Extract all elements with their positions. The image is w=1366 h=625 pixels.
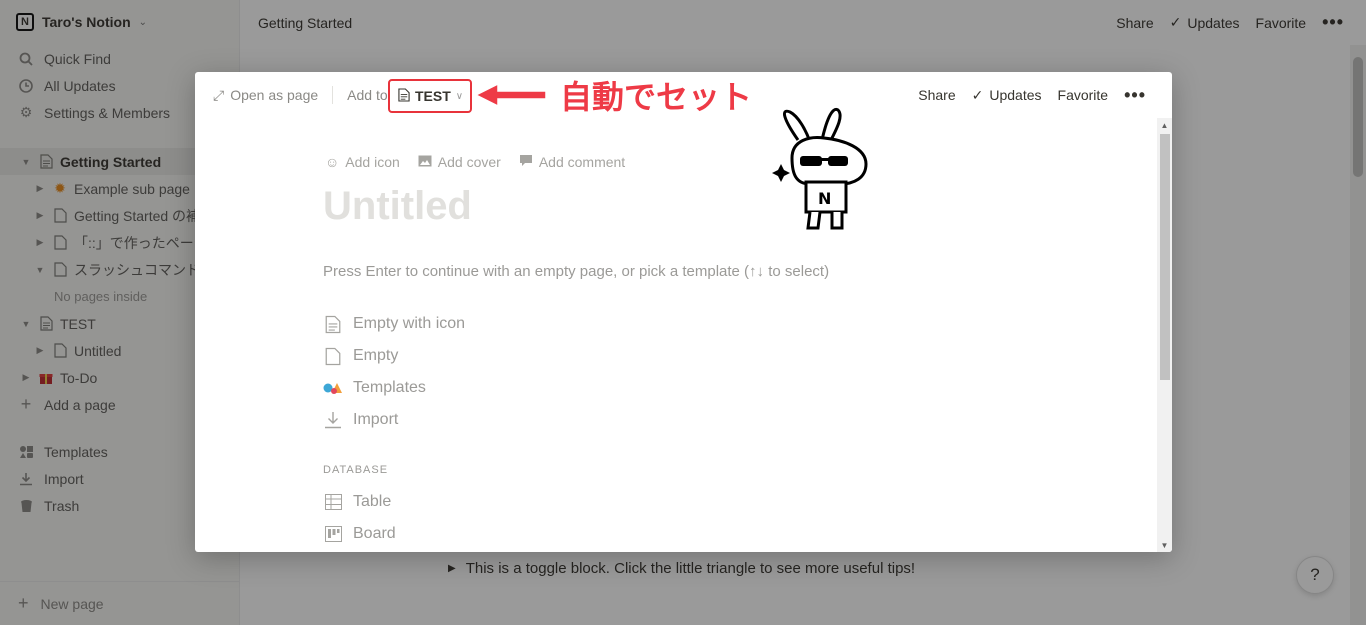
annotation-callout: 自動でセット: [560, 78, 753, 116]
expand-arrows-icon: ⤢: [213, 86, 225, 103]
option-label: Import: [353, 411, 399, 428]
templates-icon: [323, 378, 343, 398]
updates-button[interactable]: ✓ Updates: [972, 87, 1042, 104]
open-as-page-label: Open as page: [230, 87, 319, 103]
scroll-up-icon[interactable]: ▲: [1157, 118, 1172, 132]
option-table[interactable]: Table: [323, 492, 391, 512]
smiley-icon: ☺: [325, 154, 340, 170]
page-icon: [323, 346, 343, 366]
add-to-label: Add to: [347, 87, 388, 103]
divider: [332, 86, 334, 104]
add-comment-button[interactable]: Add comment: [519, 154, 625, 170]
comment-icon: [519, 154, 533, 170]
import-icon: [323, 410, 343, 430]
database-heading: DATABASE: [323, 464, 389, 476]
image-icon: [418, 154, 432, 170]
updates-label: Updates: [989, 87, 1042, 103]
option-templates[interactable]: Templates: [323, 378, 426, 398]
option-import[interactable]: Import: [323, 410, 398, 430]
favorite-button[interactable]: Favorite: [1058, 87, 1109, 103]
rabbit-mascot-icon: N: [772, 107, 868, 230]
option-label: Templates: [353, 379, 426, 396]
table-icon: [323, 492, 343, 512]
scroll-down-icon[interactable]: ▼: [1157, 538, 1172, 552]
modal-actions: Share ✓ Updates Favorite •••: [918, 72, 1146, 118]
add-to-target-dropdown[interactable]: TEST ∨: [388, 79, 472, 113]
page-text-icon: [323, 314, 343, 334]
svg-text:N: N: [818, 189, 831, 208]
new-page-modal: ⤢ Open as page Add to TEST ∨ Share ✓ Upd…: [195, 72, 1172, 552]
add-icon-button[interactable]: ☺ Add icon: [325, 154, 400, 170]
add-comment-label: Add comment: [538, 154, 626, 170]
option-empty[interactable]: Empty: [323, 346, 398, 366]
target-page-name: TEST: [415, 88, 451, 104]
page-title-input[interactable]: Untitled: [323, 184, 472, 229]
page-text-icon: [398, 87, 410, 105]
modal-scrollbar[interactable]: ▲ ▼: [1157, 118, 1172, 552]
board-icon: [323, 524, 343, 544]
annotation-arrow-icon: [474, 82, 547, 108]
share-button[interactable]: Share: [918, 87, 955, 103]
checkmark-icon: ✓: [971, 86, 984, 103]
option-label: Table: [353, 493, 392, 510]
option-empty-with-icon[interactable]: Empty with icon: [323, 314, 465, 334]
open-as-page-button[interactable]: ⤢ Open as page: [213, 87, 318, 104]
option-label: Empty: [353, 347, 399, 364]
option-label: Board: [353, 525, 396, 542]
option-board[interactable]: Board: [323, 524, 396, 544]
scrollbar-thumb[interactable]: [1160, 134, 1170, 380]
option-label: Empty with icon: [353, 315, 466, 332]
add-cover-label: Add cover: [437, 154, 501, 170]
template-hint: Press Enter to continue with an empty pa…: [323, 263, 830, 280]
add-icon-label: Add icon: [345, 154, 400, 170]
chevron-down-icon: ∨: [455, 90, 464, 102]
more-options-icon[interactable]: •••: [1124, 85, 1146, 106]
add-cover-button[interactable]: Add cover: [418, 154, 501, 170]
page-properties-bar: ☺ Add icon Add cover Add comment: [325, 154, 625, 170]
